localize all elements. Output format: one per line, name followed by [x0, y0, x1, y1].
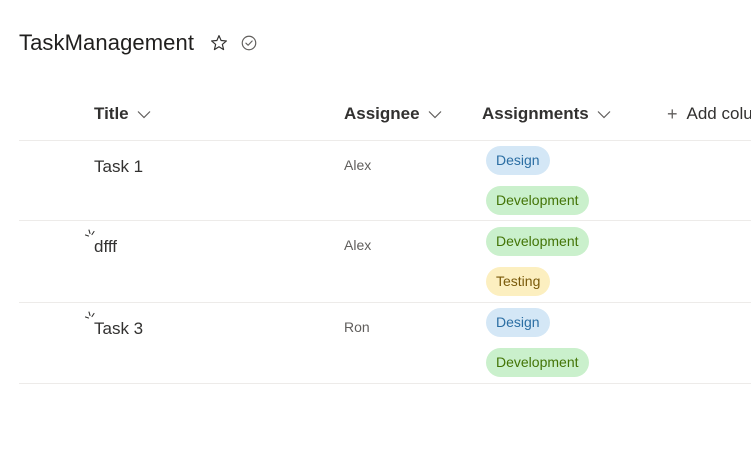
item-title[interactable]: Task 1 — [94, 157, 143, 177]
tag-chip: Development — [486, 348, 589, 377]
add-column-label: Add colu — [686, 104, 751, 123]
assignee-cell: Alex — [344, 237, 372, 253]
tag-chip: Design — [486, 146, 550, 175]
assignee-cell: Ron — [344, 319, 370, 335]
item-title[interactable]: dfff — [94, 237, 117, 257]
list-header: TaskManagement — [19, 30, 260, 56]
table-row[interactable]: Task 1 Alex Design Development — [19, 141, 751, 221]
star-icon[interactable] — [208, 32, 230, 54]
tag-chip: Design — [486, 308, 550, 337]
table-row[interactable]: Task 3 Ron Design Development — [19, 303, 751, 383]
page-title: TaskManagement — [19, 30, 195, 55]
tag-chip: Development — [486, 227, 589, 256]
plus-icon: + — [667, 103, 678, 124]
add-column-button[interactable]: + Add colu — [667, 101, 751, 127]
column-header-assignee[interactable]: Assignee — [344, 101, 442, 127]
check-circle-icon[interactable] — [238, 32, 260, 54]
list-view: TaskManagement Title Assignee Assignment… — [0, 0, 751, 456]
column-header-assignments[interactable]: Assignments — [482, 101, 611, 127]
tag-chip: Testing — [486, 267, 551, 296]
column-header-label: Assignments — [482, 104, 589, 123]
chevron-down-icon — [597, 110, 611, 119]
column-header-title[interactable]: Title — [94, 101, 151, 127]
chevron-down-icon — [137, 110, 151, 119]
assignee-cell: Alex — [344, 157, 372, 173]
chevron-down-icon — [428, 110, 442, 119]
tag-chip: Development — [486, 186, 589, 215]
column-header-label: Assignee — [344, 104, 420, 123]
column-header-label: Title — [94, 104, 129, 123]
row-divider — [19, 383, 751, 384]
table-row[interactable]: dfff Alex Development Testing — [19, 221, 751, 301]
item-title[interactable]: Task 3 — [94, 319, 143, 339]
